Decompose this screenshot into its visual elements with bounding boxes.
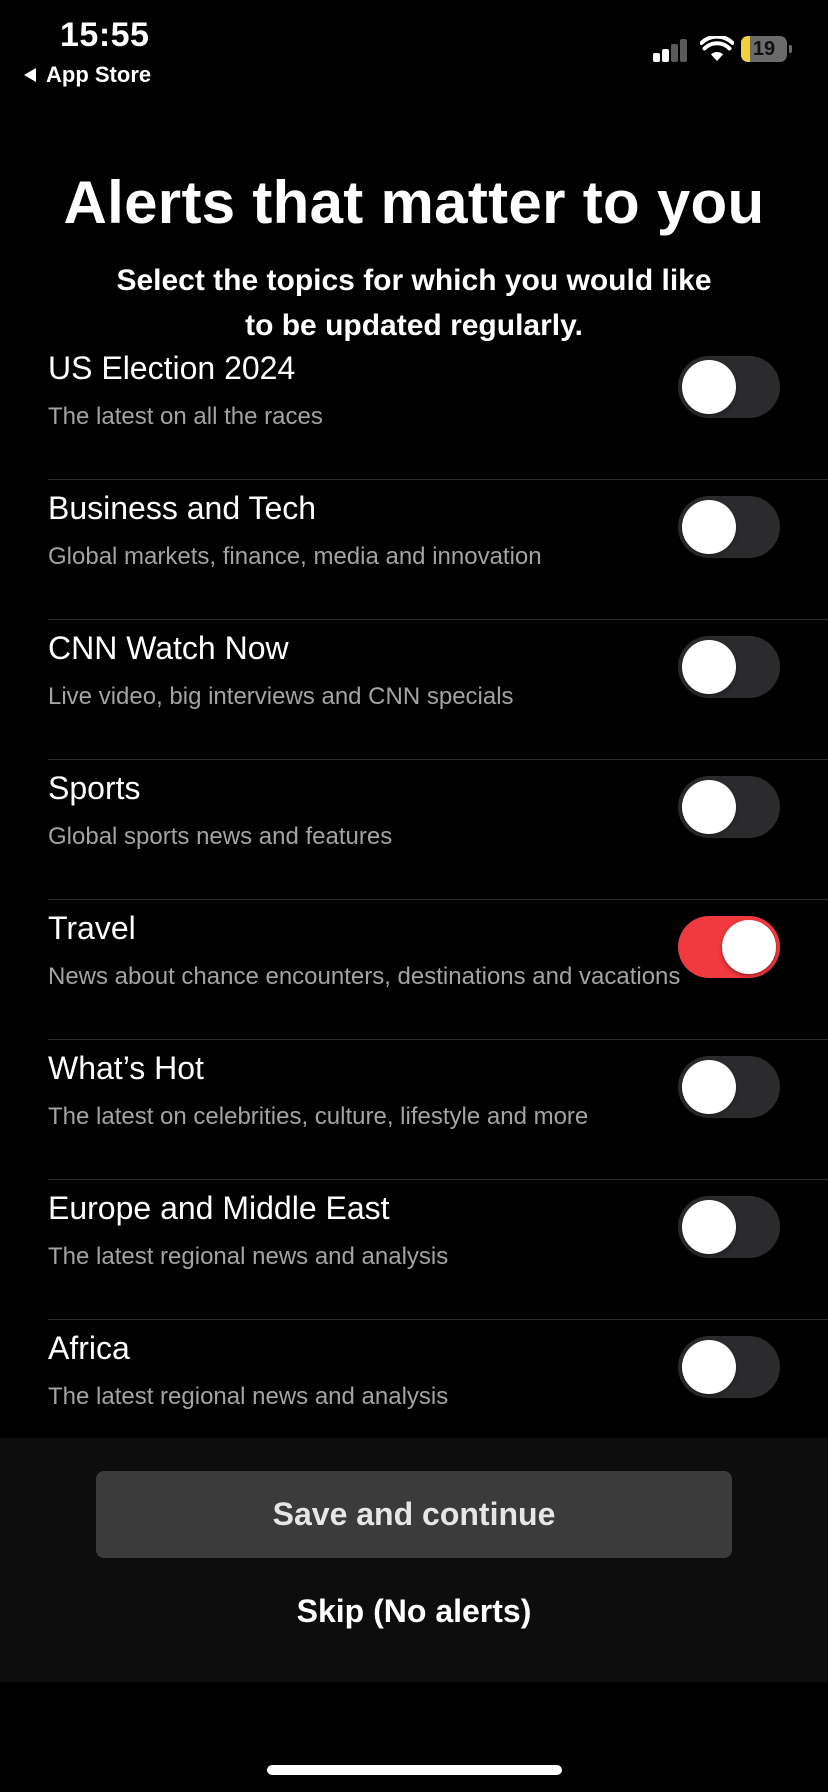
topic-description: The latest regional news and analysis <box>48 1243 449 1270</box>
topic-row-europe-middle-east: Europe and Middle East The latest region… <box>48 1180 828 1320</box>
status-time: 15:55 <box>60 16 150 54</box>
home-indicator[interactable] <box>267 1765 562 1775</box>
skip-no-alerts-button[interactable]: Skip (No alerts) <box>0 1586 828 1636</box>
topic-description: Global sports news and features <box>48 823 393 850</box>
europe-middle-east-toggle[interactable] <box>678 1196 780 1258</box>
topic-row-cnn-watch-now: CNN Watch Now Live video, big interviews… <box>48 620 828 760</box>
toggle-knob <box>682 360 736 414</box>
topic-row-sports: Sports Global sports news and features <box>48 760 828 900</box>
back-to-app-store-link[interactable]: App Store <box>24 62 151 88</box>
save-and-continue-button[interactable]: Save and continue <box>96 1471 732 1558</box>
business-tech-toggle[interactable] <box>678 496 780 558</box>
topic-description: Live video, big interviews and CNN speci… <box>48 683 514 710</box>
status-bar: 15:55 App Store 19 <box>0 0 828 100</box>
topic-title: Business and Tech <box>48 490 317 526</box>
whats-hot-toggle[interactable] <box>678 1056 780 1118</box>
back-triangle-icon <box>24 68 36 82</box>
topic-description: News about chance encounters, destinatio… <box>48 963 681 990</box>
page-title: Alerts that matter to you <box>63 169 765 236</box>
topic-title: US Election 2024 <box>48 350 296 386</box>
topic-row-business-tech: Business and Tech Global markets, financ… <box>48 480 828 620</box>
africa-toggle[interactable] <box>678 1336 780 1398</box>
back-link-label: App Store <box>46 62 152 87</box>
page-subtitle: Select the topics for which you would li… <box>116 264 712 342</box>
toggle-knob <box>722 920 776 974</box>
toggle-knob <box>682 500 736 554</box>
battery-level: 19 <box>752 38 776 60</box>
toggle-knob <box>682 780 736 834</box>
topic-description: The latest on celebrities, culture, life… <box>48 1103 589 1130</box>
us-election-toggle[interactable] <box>678 356 780 418</box>
battery-icon: 19 <box>741 36 792 62</box>
toggle-knob <box>682 1200 736 1254</box>
sports-toggle[interactable] <box>678 776 780 838</box>
topic-list: US Election 2024 The latest on all the r… <box>0 340 828 1459</box>
topic-title: Sports <box>48 770 141 806</box>
toggle-knob <box>682 1340 736 1394</box>
topic-title: Europe and Middle East <box>48 1190 390 1226</box>
topic-description: The latest regional news and analysis <box>48 1383 449 1410</box>
toggle-knob <box>682 1060 736 1114</box>
topic-title: CNN Watch Now <box>48 630 289 666</box>
topic-title: Africa <box>48 1330 130 1366</box>
topic-description: Global markets, finance, media and innov… <box>48 543 542 570</box>
topic-row-whats-hot: What’s Hot The latest on celebrities, cu… <box>48 1040 828 1180</box>
footer-actions: Save and continue Skip (No alerts) <box>0 1438 828 1682</box>
topic-row-us-election: US Election 2024 The latest on all the r… <box>48 340 828 480</box>
topic-description: The latest on all the races <box>48 403 323 430</box>
toggle-knob <box>682 640 736 694</box>
cellular-signal-icon <box>653 38 689 62</box>
topic-row-travel: Travel News about chance encounters, des… <box>48 900 828 1040</box>
topic-title: What’s Hot <box>48 1050 204 1086</box>
cnn-watch-now-toggle[interactable] <box>678 636 780 698</box>
topic-title: Travel <box>48 910 136 946</box>
travel-toggle[interactable] <box>678 916 780 978</box>
wifi-icon <box>700 36 734 61</box>
